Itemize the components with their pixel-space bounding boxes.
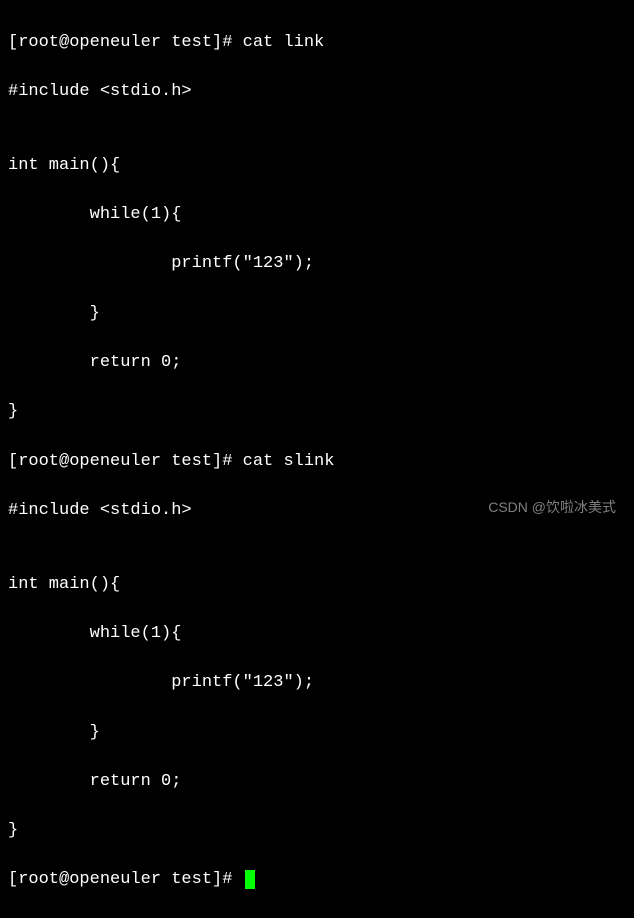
terminal-prompt: [root@openeuler test]# bbox=[8, 870, 243, 889]
terminal-line: [root@openeuler test]# cat link bbox=[8, 31, 626, 56]
terminal-line: } bbox=[8, 302, 626, 327]
terminal-prompt-line: [root@openeuler test]# bbox=[8, 868, 626, 893]
terminal-line: printf("123"); bbox=[8, 252, 626, 277]
terminal-line: } bbox=[8, 819, 626, 844]
terminal-line: } bbox=[8, 400, 626, 425]
terminal-output[interactable]: [root@openeuler test]# cat link #include… bbox=[8, 6, 626, 918]
terminal-line: int main(){ bbox=[8, 154, 626, 179]
terminal-line: } bbox=[8, 721, 626, 746]
terminal-line: printf("123"); bbox=[8, 671, 626, 696]
terminal-line: #include <stdio.h> bbox=[8, 80, 626, 105]
terminal-line: while(1){ bbox=[8, 203, 626, 228]
watermark-text: CSDN @饮啦冰美式 bbox=[488, 497, 616, 517]
terminal-line: while(1){ bbox=[8, 622, 626, 647]
cursor-icon bbox=[245, 870, 255, 889]
terminal-line: int main(){ bbox=[8, 573, 626, 598]
terminal-line: return 0; bbox=[8, 770, 626, 795]
terminal-line: [root@openeuler test]# cat slink bbox=[8, 450, 626, 475]
terminal-line: return 0; bbox=[8, 351, 626, 376]
